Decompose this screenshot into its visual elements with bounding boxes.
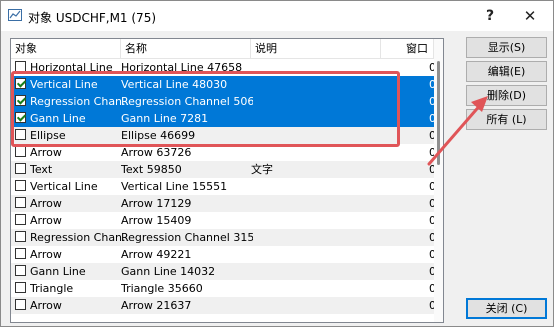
annotation-arrow-icon [427,96,488,166]
objects-dialog: 对象 USDCHF,M1 (75) ? ✕ 对象 名称 说明 窗口 Horizo… [0,0,554,327]
